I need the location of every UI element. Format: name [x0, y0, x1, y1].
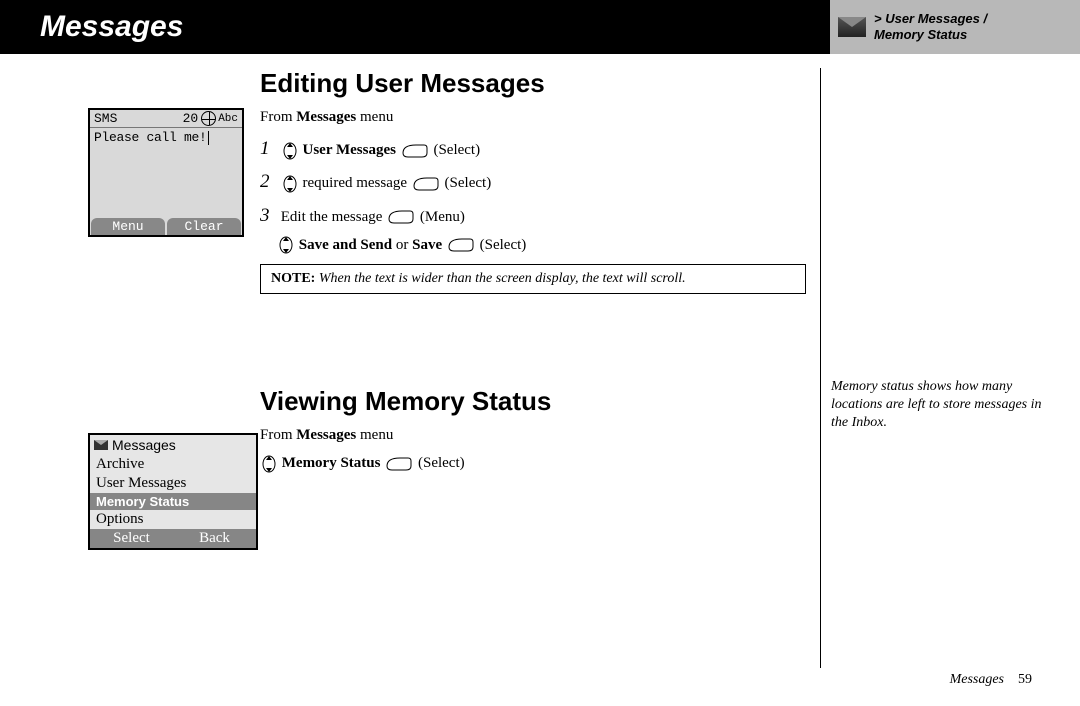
- page-footer: Messages59: [950, 672, 1032, 688]
- memory-status-note: Memory status shows how many locations a…: [831, 378, 1062, 433]
- step-memory: Memory Status (Select): [260, 450, 806, 476]
- menu-item-user-messages[interactable]: User Messages: [90, 474, 256, 493]
- envelope-icon: [838, 17, 866, 37]
- softkey-icon: [386, 457, 412, 471]
- menu-item-archive[interactable]: Archive: [90, 455, 256, 474]
- from-line-2: From Messages menu: [260, 427, 806, 444]
- sms-body: Please call me!: [90, 128, 242, 218]
- softkey-select[interactable]: Select: [90, 529, 173, 548]
- phone-menu-title-row: Messages: [90, 435, 256, 455]
- step-3: 3 Edit the message (Menu): [260, 199, 806, 232]
- nav-icon: [279, 236, 293, 254]
- softkey-clear[interactable]: Clear: [167, 218, 241, 235]
- phone-sms-screen: SMS 20 Abc Please call me! Menu Clear: [88, 108, 244, 237]
- header-bar: Messages > User Messages / Memory Status: [0, 0, 1080, 54]
- left-column: SMS 20 Abc Please call me! Menu Clear Me…: [0, 68, 260, 668]
- menu-item-options[interactable]: Options: [90, 510, 256, 529]
- envelope-small-icon: [94, 440, 108, 450]
- breadcrumb-box: > User Messages / Memory Status: [830, 0, 1080, 54]
- phone-menu-title: Messages: [112, 437, 176, 453]
- page-title: Messages: [40, 10, 183, 44]
- side-note-column: Memory status shows how many locations a…: [820, 68, 1080, 668]
- step-2: 2 required message (Select): [260, 165, 806, 198]
- phone-menu-screen: Messages Archive User Messages Memory St…: [88, 433, 258, 550]
- phone-softkeys: Menu Clear: [90, 218, 242, 235]
- heading-viewing: Viewing Memory Status: [260, 386, 806, 417]
- softkey-back[interactable]: Back: [173, 529, 256, 548]
- softkey-menu[interactable]: Menu: [91, 218, 165, 235]
- main-area: SMS 20 Abc Please call me! Menu Clear Me…: [0, 54, 1080, 668]
- steps-section1: 1 User Messages (Select) 2 required mess…: [260, 132, 806, 258]
- softkey-icon: [448, 238, 474, 252]
- char-count: 20: [183, 111, 199, 126]
- abc-mode-icon: Abc: [201, 111, 238, 126]
- from-line-1: From Messages menu: [260, 109, 806, 126]
- nav-icon: [283, 175, 297, 193]
- breadcrumb: > User Messages / Memory Status: [874, 11, 987, 42]
- sms-label: SMS: [94, 111, 117, 126]
- heading-editing: Editing User Messages: [260, 68, 806, 99]
- step-1: 1 User Messages (Select): [260, 132, 806, 165]
- phone-status-row: SMS 20 Abc: [90, 110, 242, 128]
- content-column: Editing User Messages From Messages menu…: [260, 68, 820, 668]
- step-save: Save and Send or Save (Select): [260, 232, 806, 258]
- phone-menu-softkeys: Select Back: [90, 529, 256, 548]
- softkey-icon: [413, 177, 439, 191]
- menu-item-memory-status[interactable]: Memory Status: [90, 493, 256, 510]
- nav-icon: [262, 455, 276, 473]
- note-box: NOTE: When the text is wider than the sc…: [260, 264, 806, 294]
- steps-section2: Memory Status (Select): [260, 450, 806, 476]
- softkey-icon: [388, 210, 414, 224]
- softkey-icon: [402, 144, 428, 158]
- nav-icon: [283, 142, 297, 160]
